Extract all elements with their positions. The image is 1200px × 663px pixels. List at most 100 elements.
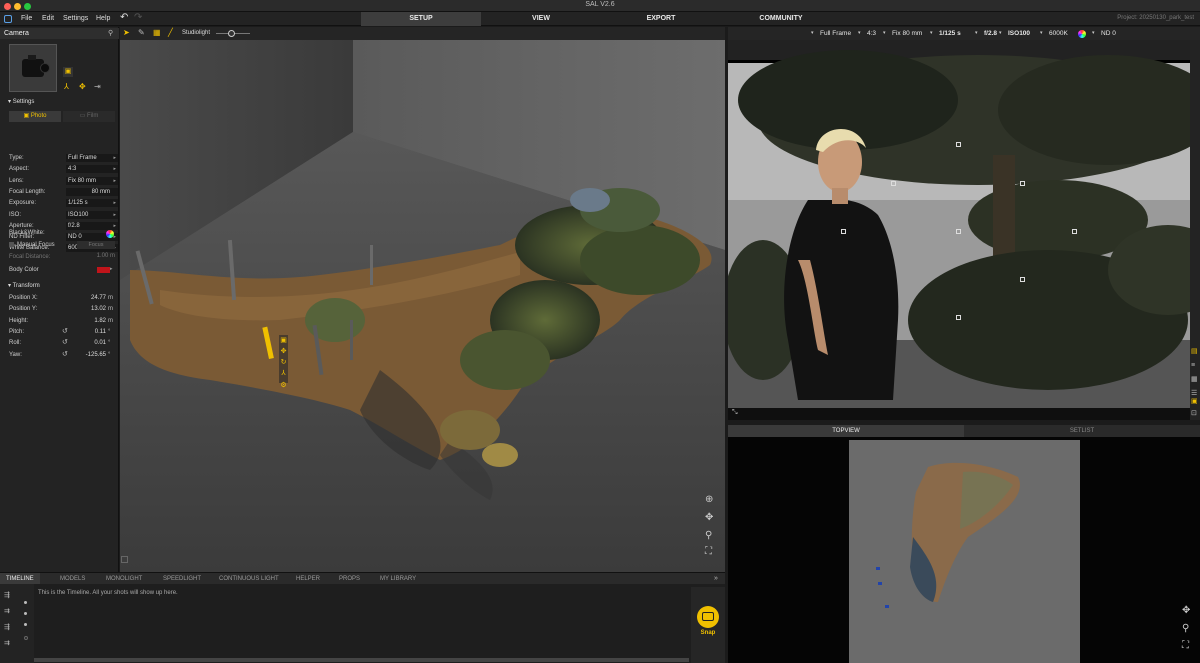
camera-toolbar-item[interactable]: 4:3 <box>867 30 876 37</box>
tab-view[interactable]: VIEW <box>481 12 601 26</box>
topview-map[interactable]: ✥ ⚲ ⛶ <box>728 437 1200 663</box>
color-wheel-icon[interactable] <box>106 230 114 238</box>
manual-focus-checkbox[interactable] <box>9 242 14 247</box>
toolbar-dropdown-icon[interactable]: ▾ <box>811 30 814 36</box>
timeline-camera-icon[interactable]: ⇶ <box>4 592 10 600</box>
timeline-prop-icon[interactable]: ⇉ <box>4 640 10 648</box>
grid-overlay-icon[interactable]: ▦ <box>1191 376 1198 384</box>
reset-rotation-icon[interactable]: ↺ <box>62 339 68 347</box>
timeline-scrollbar[interactable] <box>34 658 689 662</box>
settings-section-header[interactable]: ▾ Settings <box>0 98 119 107</box>
setting-value-field[interactable]: 4:3 ▸ <box>66 165 118 173</box>
toolbar-dropdown-icon[interactable]: ▾ <box>999 30 1002 36</box>
transform-value-field[interactable]: 1.82 <box>72 318 106 324</box>
expand-view-icon[interactable]: ⤡ <box>732 409 738 417</box>
camera-thumbnail[interactable] <box>9 44 57 92</box>
tab-setlist[interactable]: SETLIST <box>964 425 1200 437</box>
focus-point[interactable] <box>1020 277 1025 282</box>
focus-point[interactable] <box>956 142 961 147</box>
setting-value-field[interactable]: Fix 80 mm ▸ <box>66 177 118 185</box>
camera-toolbar-item[interactable]: 1/125 s <box>939 30 961 37</box>
gizmo-rotate-icon[interactable]: ↻ <box>279 358 288 367</box>
focus-points-icon[interactable]: ⊡ <box>1191 410 1197 418</box>
guides-icon[interactable]: ≡ <box>1191 362 1195 370</box>
toolbar-dropdown-icon[interactable]: ▾ <box>1092 30 1095 36</box>
camera-align-icon[interactable]: ⇥ <box>94 83 101 91</box>
camera-toolbar-item[interactable]: f/2.8 <box>984 30 997 37</box>
gizmo-camera-icon[interactable]: ▣ <box>279 336 288 345</box>
focus-point[interactable] <box>841 229 846 234</box>
topview-pan-icon[interactable]: ✥ <box>1182 605 1190 616</box>
setting-value-field[interactable]: ISO100 ▸ <box>66 211 118 219</box>
3d-viewport[interactable]: ▣ ✥ ↻ ⅄ ⚙ ⊕ ✥ ⚲ ⛶ <box>120 40 725 572</box>
focus-point[interactable] <box>956 315 961 320</box>
camera-preview[interactable]: ⤡ <box>728 40 1190 420</box>
focus-point[interactable] <box>1072 229 1077 234</box>
camera-toolbar-item[interactable]: ISO100 <box>1008 30 1030 37</box>
redo-icon[interactable]: ↷ <box>134 13 142 23</box>
transform-value-field[interactable]: 0.11 <box>72 329 106 335</box>
zoom-control-icon[interactable]: ⚲ <box>705 530 712 541</box>
camera-toolbar-item[interactable]: Fix 80 mm <box>892 30 922 37</box>
menu-help[interactable]: Help <box>96 15 110 22</box>
topview-zoom-icon[interactable]: ⚲ <box>1182 623 1189 634</box>
overlay-toggle-icon[interactable]: ▤ <box>1191 348 1198 356</box>
timeline-model-icon[interactable]: ⇶ <box>4 624 10 632</box>
toolbar-dropdown-icon[interactable]: ▾ <box>930 30 933 36</box>
focus-point[interactable] <box>956 229 961 234</box>
timeline-light-icon[interactable]: ⇉ <box>4 608 10 616</box>
menu-file[interactable]: File <box>21 15 32 22</box>
transform-value-field[interactable]: 24.77 <box>72 295 106 301</box>
setting-value-field[interactable]: f/2.8 ▸ <box>66 222 118 230</box>
studiolight-slider-handle[interactable] <box>228 30 235 37</box>
camera-toolbar-item[interactable]: 6000K <box>1049 30 1068 37</box>
frame-lines-icon[interactable]: ☰ <box>1191 390 1197 398</box>
gizmo-aim-icon[interactable]: ⅄ <box>279 369 288 378</box>
tab-community[interactable]: COMMUNITY <box>721 12 841 26</box>
focus-point[interactable] <box>891 181 896 186</box>
fit-view-control-icon[interactable]: ⛶ <box>705 546 712 557</box>
undo-icon[interactable]: ↶ <box>120 13 128 23</box>
tab-export[interactable]: EXPORT <box>601 12 721 26</box>
reset-rotation-icon[interactable]: ↺ <box>62 328 68 336</box>
grid-tool-icon[interactable]: ▦ <box>153 29 161 37</box>
measure-tool-icon[interactable]: ╱ <box>168 29 173 37</box>
reset-rotation-icon[interactable]: ↺ <box>62 351 68 359</box>
orbit-control-icon[interactable]: ⊕ <box>705 494 713 505</box>
toolbar-dropdown-icon[interactable]: ▾ <box>975 30 978 36</box>
pin-icon[interactable]: ⚲ <box>108 30 113 38</box>
camera-lock-icon[interactable]: ▣ <box>63 67 73 77</box>
transform-value-field[interactable]: 0.01 <box>72 340 106 346</box>
menu-settings[interactable]: Settings <box>63 15 88 22</box>
body-color-swatch[interactable] <box>97 267 110 273</box>
tab-topview[interactable]: TOPVIEW <box>728 425 964 437</box>
camera-move-icon[interactable]: ✥ <box>79 83 86 91</box>
gizmo-settings-icon[interactable]: ⚙ <box>279 381 288 390</box>
collapse-panel-icon[interactable]: » <box>714 575 718 583</box>
viewport-corner-icon[interactable] <box>121 556 128 563</box>
focal-distance-value[interactable]: 1.00 m <box>66 253 118 261</box>
film-mode-button[interactable]: ▭ Film <box>63 111 115 122</box>
pan-control-icon[interactable]: ✥ <box>705 512 713 523</box>
setting-value-field[interactable]: 80 mm <box>66 188 118 196</box>
snap-button[interactable] <box>697 606 719 628</box>
focus-point[interactable] <box>1020 181 1025 186</box>
setting-value-field[interactable]: Full Frame ▸ <box>66 154 118 162</box>
pencil-tool-icon[interactable]: ✎ <box>138 29 145 37</box>
topview-fit-icon[interactable]: ⛶ <box>1182 640 1189 651</box>
select-tool-icon[interactable]: ➤ <box>123 29 130 37</box>
transform-value-field[interactable]: -125.65 <box>72 352 106 358</box>
focus-button[interactable]: Focus <box>77 241 115 249</box>
gizmo-move-icon[interactable]: ✥ <box>279 347 288 356</box>
white-balance-color-icon[interactable] <box>1078 30 1086 38</box>
menu-edit[interactable]: Edit <box>42 15 54 22</box>
transform-value-field[interactable]: 13.02 <box>72 306 106 312</box>
tab-setup[interactable]: SETUP <box>361 12 481 26</box>
camera-toolbar-item[interactable]: ND 0 <box>1101 30 1116 37</box>
photo-mode-button[interactable]: ▣ Photo <box>9 111 61 122</box>
toolbar-dropdown-icon[interactable]: ▾ <box>858 30 861 36</box>
transform-section-header[interactable]: ▾ Transform <box>0 282 119 291</box>
camera-toolbar-item[interactable]: Full Frame <box>820 30 851 37</box>
camera-overlay-icon[interactable]: ▣ <box>1191 398 1198 406</box>
toolbar-dropdown-icon[interactable]: ▾ <box>883 30 886 36</box>
